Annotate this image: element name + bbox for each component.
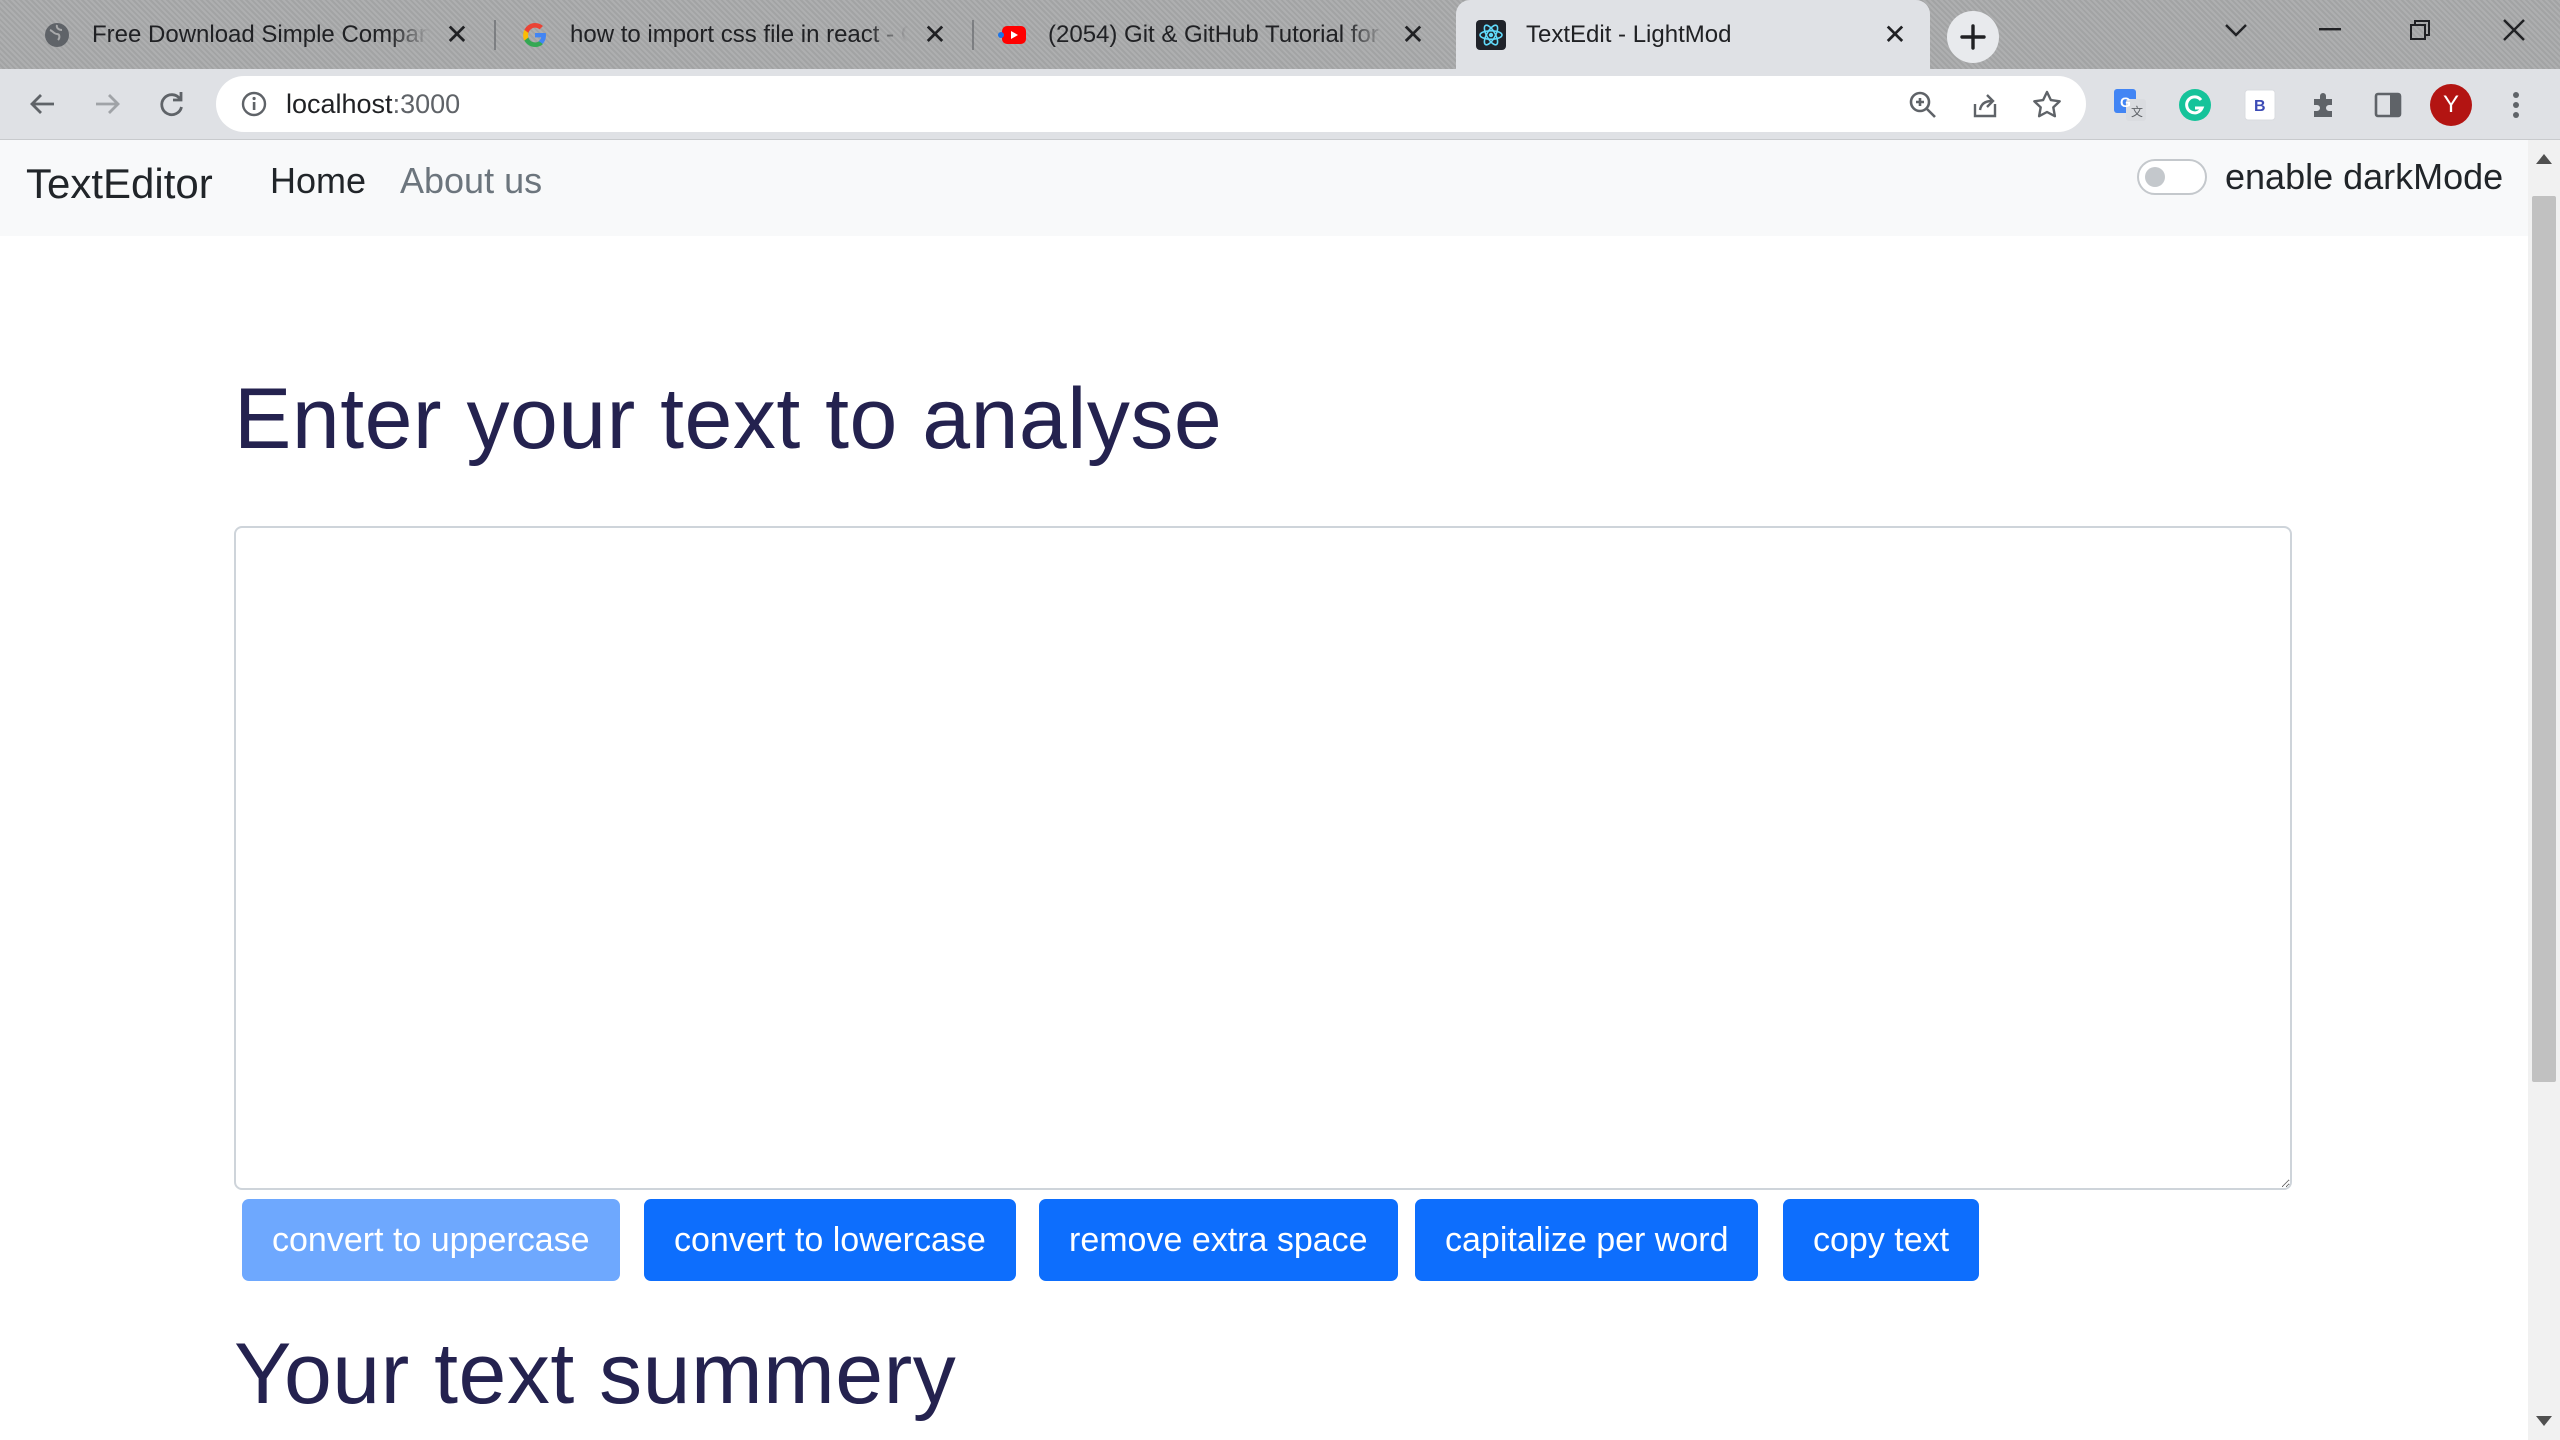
nav-link-home[interactable]: Home (270, 154, 366, 208)
browser-tab[interactable]: Free Download Simple Company ✕ (22, 0, 492, 69)
uppercase-button[interactable]: convert to uppercase (242, 1199, 620, 1281)
close-icon[interactable]: ✕ (442, 19, 472, 50)
react-icon (1476, 19, 1506, 50)
tab-divider (972, 20, 974, 50)
google-translate-icon[interactable]: G文 (2110, 85, 2150, 125)
minimize-icon (2319, 28, 2341, 31)
browser-tab[interactable]: (2054) Git & GitHub Tutorial for B ✕ (978, 0, 1448, 69)
browser-toolbar: localhost:3000 G文 B Y (0, 69, 2560, 140)
tab-title: (2054) Git & GitHub Tutorial for B (1048, 20, 1386, 48)
dark-mode-toggle[interactable]: enable darkMode (2137, 156, 2503, 198)
browser-tab-active[interactable]: TextEdit - LightMod ✕ (1456, 0, 1930, 69)
zoom-icon[interactable] (1906, 88, 1940, 122)
arrow-right-icon (96, 94, 120, 114)
page-viewport: TextEditor Home About us enable darkMode… (0, 140, 2528, 1440)
bold-extension-icon[interactable]: B (2240, 85, 2280, 125)
svg-text:文: 文 (2131, 104, 2143, 119)
close-icon[interactable]: ✕ (1880, 19, 1910, 50)
url-text: localhost:3000 (286, 89, 460, 120)
grammarly-icon[interactable] (2175, 85, 2215, 125)
scroll-down-arrow-icon[interactable] (2536, 1416, 2552, 1426)
url-host: localhost (286, 88, 393, 119)
youtube-icon (998, 20, 1028, 50)
copy-text-button[interactable]: copy text (1783, 1199, 1980, 1281)
arrow-left-icon (30, 94, 54, 114)
kebab-menu-icon[interactable] (2496, 85, 2536, 125)
reload-icon (160, 92, 183, 117)
bookmark-star-icon[interactable] (2030, 88, 2064, 122)
restore-icon (2410, 20, 2430, 40)
plus-icon (1960, 24, 1986, 50)
restore-button[interactable] (2380, 0, 2460, 60)
close-icon (2503, 19, 2525, 41)
capitalize-per-word-button[interactable]: capitalize per word (1415, 1199, 1759, 1281)
tab-search-button[interactable] (2196, 0, 2276, 60)
lowercase-button[interactable]: convert to lowercase (644, 1199, 1016, 1281)
page-scrollbar[interactable] (2528, 140, 2560, 1440)
forward-button[interactable] (82, 79, 132, 129)
address-bar[interactable]: localhost:3000 (216, 76, 2086, 132)
svg-text:B: B (2254, 98, 2266, 115)
summary-heading: Your text summery (234, 1326, 957, 1422)
dark-mode-label: enable darkMode (2225, 156, 2504, 197)
navbar-brand[interactable]: TextEditor (26, 152, 213, 215)
back-button[interactable] (18, 79, 68, 129)
nav-link-about[interactable]: About us (400, 154, 542, 208)
tab-divider (494, 20, 496, 50)
page-heading: Enter your text to analyse (234, 371, 1223, 467)
url-port: :3000 (392, 88, 461, 119)
side-panel-icon[interactable] (2368, 85, 2408, 125)
new-tab-button[interactable] (1947, 11, 1999, 63)
browser-tab[interactable]: how to import css file in react - G ✕ (500, 0, 970, 69)
toggle-knob (2145, 167, 2165, 187)
scroll-up-arrow-icon[interactable] (2536, 154, 2552, 164)
tab-title: how to import css file in react - G (570, 20, 908, 48)
tab-title: TextEdit - LightMod (1526, 20, 1732, 48)
browser-tab-strip: Free Download Simple Company ✕ how to im… (0, 0, 2560, 69)
share-icon[interactable] (1968, 88, 2002, 122)
tab-title: Free Download Simple Company (92, 20, 430, 48)
extensions-puzzle-icon[interactable] (2304, 85, 2344, 125)
toggle-switch[interactable] (2137, 159, 2207, 195)
site-info-icon[interactable] (238, 88, 270, 120)
close-icon[interactable]: ✕ (1398, 19, 1428, 50)
reload-button[interactable] (146, 79, 196, 129)
globe-icon (42, 20, 72, 50)
google-icon (520, 20, 550, 50)
svg-text:G: G (2120, 94, 2131, 110)
scrollbar-thumb[interactable] (2532, 196, 2556, 1082)
text-input-area[interactable] (234, 526, 2292, 1190)
close-window-button[interactable] (2474, 0, 2554, 60)
navbar: TextEditor Home About us enable darkMode (0, 140, 2528, 236)
remove-extra-space-button[interactable]: remove extra space (1039, 1199, 1398, 1281)
minimize-button[interactable] (2290, 0, 2370, 60)
chevron-down-icon (2225, 24, 2247, 37)
close-icon[interactable]: ✕ (920, 19, 950, 50)
profile-avatar[interactable]: Y (2430, 84, 2472, 126)
